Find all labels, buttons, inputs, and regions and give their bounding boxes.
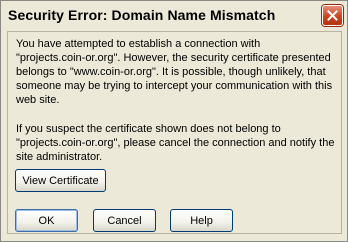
close-button[interactable] — [322, 5, 343, 26]
view-certificate-button[interactable]: View Certificate — [15, 169, 106, 192]
dialog-title: Security Error: Domain Name Mismatch — [8, 7, 276, 23]
close-icon — [327, 10, 338, 21]
security-error-dialog: Security Error: Domain Name Mismatch You… — [0, 0, 348, 242]
cancel-button[interactable]: Cancel — [93, 209, 156, 232]
help-button[interactable]: Help — [170, 209, 233, 232]
dialog-body: You have attempted to establish a connec… — [7, 31, 342, 234]
title-bar[interactable]: Security Error: Domain Name Mismatch — [1, 1, 347, 31]
ok-button[interactable]: OK — [15, 209, 78, 232]
message-paragraph: If you suspect the certificate shown doe… — [16, 123, 335, 163]
message-paragraph: You have attempted to establish a connec… — [16, 38, 333, 106]
